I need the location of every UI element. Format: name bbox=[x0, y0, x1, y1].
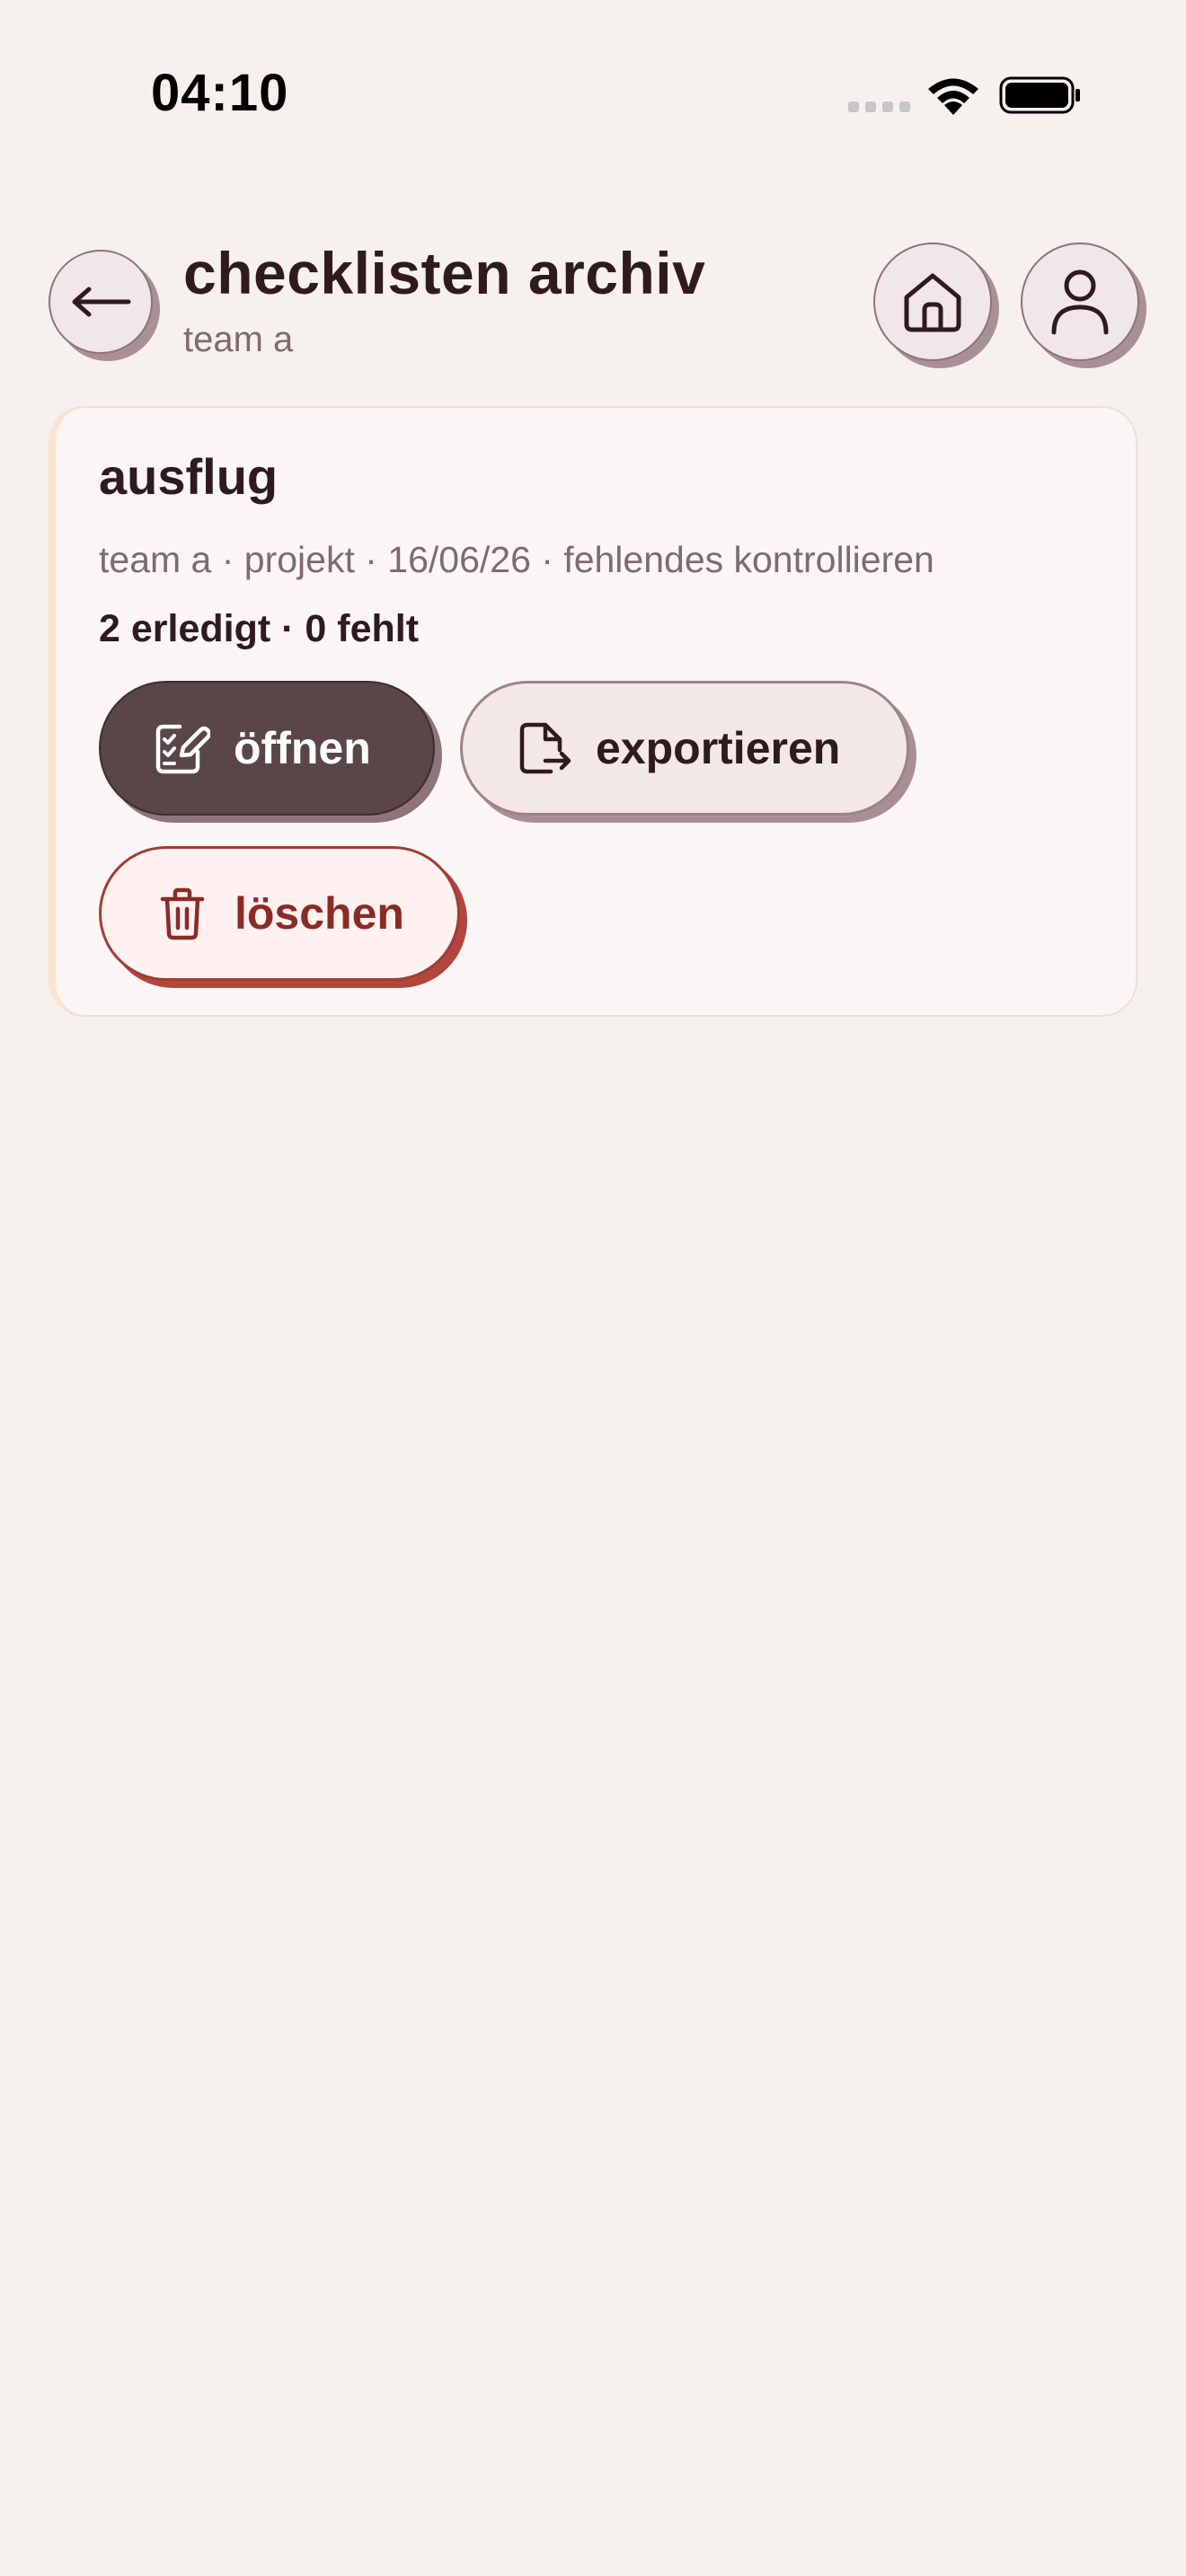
checklist-progress: 2 erledigt · 0 fehlt bbox=[99, 607, 420, 650]
file-export-icon bbox=[515, 719, 572, 777]
back-button[interactable] bbox=[49, 250, 153, 354]
export-button[interactable]: exportieren bbox=[460, 681, 909, 816]
delete-button-label: löschen bbox=[235, 888, 404, 939]
open-button[interactable]: öffnen bbox=[99, 681, 435, 816]
user-icon bbox=[1051, 269, 1109, 335]
home-icon bbox=[904, 273, 961, 332]
home-button[interactable] bbox=[873, 243, 992, 361]
edit-checklist-icon bbox=[153, 719, 210, 777]
trash-icon bbox=[154, 885, 211, 942]
checklist-title: ausflug bbox=[99, 448, 279, 505]
status-bar: 04:10 bbox=[0, 0, 1186, 180]
export-button-label: exportieren bbox=[596, 723, 841, 773]
profile-button[interactable] bbox=[1021, 243, 1139, 361]
page-title: checklisten archiv bbox=[183, 240, 706, 306]
cellular-signal-icon bbox=[848, 101, 910, 112]
checklist-meta: team a · projekt · 16/06/26 · fehlendes … bbox=[99, 539, 934, 580]
checklist-card: ausflug team a · projekt · 16/06/26 · fe… bbox=[49, 406, 1137, 1017]
wifi-icon bbox=[928, 78, 978, 115]
status-time: 04:10 bbox=[151, 64, 289, 122]
delete-button[interactable]: löschen bbox=[99, 846, 460, 981]
page-subtitle: team a bbox=[183, 320, 294, 359]
arrow-left-icon bbox=[72, 287, 131, 317]
battery-icon bbox=[999, 76, 1080, 114]
open-button-label: öffnen bbox=[234, 723, 371, 773]
